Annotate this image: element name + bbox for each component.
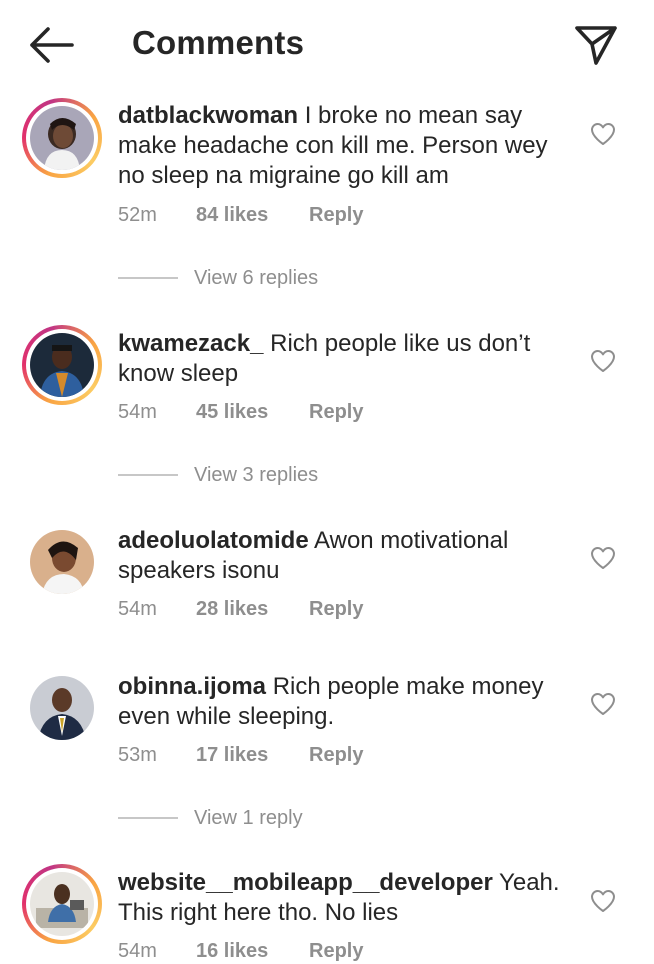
arrow-left-icon — [30, 27, 74, 63]
comment-username[interactable]: datblackwoman — [118, 102, 298, 129]
avatar — [30, 530, 94, 594]
story-ring[interactable] — [22, 864, 102, 944]
view-replies-label: View 1 reply — [194, 806, 303, 829]
heart-icon — [591, 693, 615, 715]
comment-username[interactable]: adeoluolatomide — [118, 527, 309, 554]
comment-text: datblackwoman I broke no mean say make h… — [118, 101, 568, 191]
story-ring[interactable] — [22, 98, 102, 178]
view-replies-button[interactable]: View 1 reply — [118, 803, 303, 833]
reply-button[interactable]: Reply — [309, 744, 363, 767]
back-button[interactable] — [28, 26, 74, 64]
view-replies-button[interactable]: View 3 replies — [118, 460, 318, 490]
comment-likes[interactable]: 84 likes — [196, 204, 309, 227]
comment-username[interactable]: obinna.ijoma — [118, 673, 266, 700]
comment-text: kwamezack_ Rich people like us don’t kno… — [118, 329, 568, 389]
like-button[interactable] — [590, 349, 616, 373]
comment-meta: 54m 45 likes Reply — [118, 401, 363, 424]
heart-icon — [591, 123, 615, 145]
avatar — [30, 872, 94, 936]
comment-likes[interactable]: 45 likes — [196, 401, 309, 424]
comment-meta: 54m 16 likes Reply — [118, 940, 363, 963]
comment-likes[interactable]: 28 likes — [196, 598, 309, 621]
like-button[interactable] — [590, 692, 616, 716]
reply-button[interactable]: Reply — [309, 401, 363, 424]
like-button[interactable] — [590, 546, 616, 570]
comment-likes[interactable]: 16 likes — [196, 940, 309, 963]
comment-text: adeoluolatomide Awon motivational speake… — [118, 526, 568, 586]
reply-button[interactable]: Reply — [309, 204, 363, 227]
divider-line — [118, 474, 178, 476]
avatar — [30, 676, 94, 740]
reply-button[interactable]: Reply — [309, 940, 363, 963]
heart-icon — [591, 350, 615, 372]
share-button[interactable] — [574, 24, 618, 66]
like-button[interactable] — [590, 889, 616, 913]
view-replies-button[interactable]: View 6 replies — [118, 263, 318, 293]
divider-line — [118, 277, 178, 279]
comment-meta: 53m 17 likes Reply — [118, 744, 363, 767]
comment-meta: 52m 84 likes Reply — [118, 204, 363, 227]
avatar-frame[interactable] — [22, 668, 102, 748]
comment-meta: 54m 28 likes Reply — [118, 598, 363, 621]
reply-button[interactable]: Reply — [309, 598, 363, 621]
avatar — [30, 333, 94, 397]
comment-time: 54m — [118, 401, 157, 423]
comment-time: 54m — [118, 598, 157, 620]
comment-text: obinna.ijoma Rich people make money even… — [118, 672, 568, 732]
story-ring[interactable] — [22, 325, 102, 405]
comment-text: website__mobileapp__developer Yeah. This… — [118, 868, 568, 928]
comment-username[interactable]: website__mobileapp__developer — [118, 869, 493, 896]
view-replies-label: View 6 replies — [194, 266, 319, 289]
comment-username[interactable]: kwamezack_ — [118, 330, 263, 357]
header-bar: Comments — [0, 0, 654, 90]
page-title: Comments — [132, 24, 305, 61]
avatar — [30, 106, 94, 170]
divider-line — [118, 817, 178, 819]
heart-icon — [591, 890, 615, 912]
comment-time: 52m — [118, 204, 157, 226]
heart-icon — [591, 547, 615, 569]
view-replies-label: View 3 replies — [194, 463, 319, 486]
like-button[interactable] — [590, 122, 616, 146]
comment-time: 53m — [118, 744, 157, 766]
comment-time: 54m — [118, 940, 157, 962]
paper-plane-icon — [575, 26, 617, 65]
comment-likes[interactable]: 17 likes — [196, 744, 309, 767]
avatar-frame[interactable] — [22, 522, 102, 602]
